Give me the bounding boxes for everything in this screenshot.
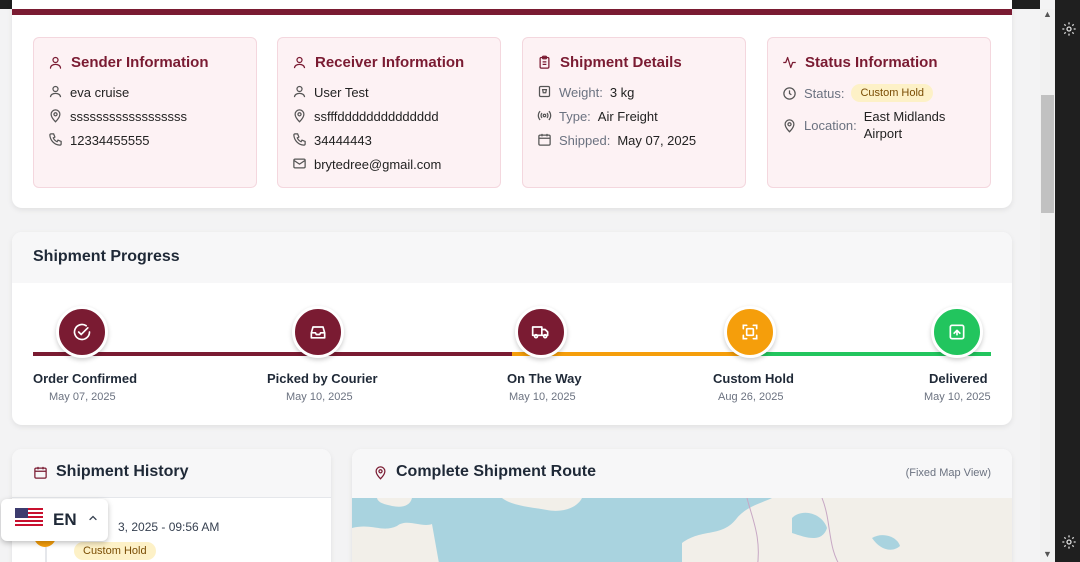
receiver-address-row: ssfffdddddddddddddd [292,108,439,125]
language-switcher[interactable]: EN [1,499,108,541]
sender-phone: 12334455555 [70,133,150,148]
truck-icon [515,306,567,358]
history-status-badge: Custom Hold [74,542,156,560]
calendar-icon [33,465,48,480]
activity-icon [782,55,797,70]
scale-icon [537,84,552,99]
sender-address: ssssssssssssssssss [70,109,187,124]
phone-icon [48,132,63,147]
map-pin-icon [782,118,797,133]
receiver-phone: 34444443 [314,133,372,148]
chevron-up-icon [87,511,99,529]
receiver-email[interactable]: brytedree@gmail.com [314,156,441,173]
inbox-icon [292,306,344,358]
route-note: (Fixed Map View) [905,467,991,479]
user-icon [292,55,307,70]
route-title: Complete Shipment Route [373,463,596,481]
calendar-icon [537,132,552,147]
user-icon [48,84,63,99]
shipment-info-card: Sender Information eva cruise ssssssssss… [12,0,1012,208]
shipment-route-card: Complete Shipment Route (Fixed Map View) [352,449,1012,562]
receiver-info-panel: Receiver Information User Test ssfffdddd… [277,37,501,188]
map-pin-icon [48,108,63,123]
scroll-down-arrow[interactable]: ▼ [1043,549,1052,559]
mail-icon [292,156,307,171]
receiver-name: User Test [314,85,369,100]
type-value: Air Freight [597,109,658,124]
receiver-email-row: brytedree@gmail.com [292,156,441,173]
scrollbar-thumb[interactable] [1041,95,1054,213]
status-info-heading: Status Information [782,54,938,71]
receiver-phone-row: 34444443 [292,132,372,149]
language-code: EN [53,510,77,529]
user-icon [292,84,307,99]
location-value: East Midlands Airport [863,109,946,141]
route-map[interactable] [352,498,1012,562]
sender-info-heading: Sender Information [48,54,209,71]
weight-value: 3 kg [609,85,635,100]
history-line [45,547,47,562]
gear-icon[interactable] [1061,534,1077,550]
status-info-panel: Status Information Status: Custom Hold L… [767,37,991,188]
shipment-details-heading: Shipment Details [537,54,682,71]
receiver-address: ssfffdddddddddddddd [314,109,439,124]
scan-icon [724,306,776,358]
weight-row: Weight: 3 kg [537,84,634,101]
user-icon [48,55,63,70]
history-time: 3, 2025 - 09:56 AM [118,520,220,534]
status-row: Status: Custom Hold [782,84,934,102]
history-title: Shipment History [33,463,188,481]
receiver-info-heading: Receiver Information [292,54,464,71]
shipped-row: Shipped: May 07, 2025 [537,132,696,149]
sender-name: eva cruise [70,85,130,100]
phone-icon [292,132,307,147]
map-pin-icon [292,108,307,123]
clipboard-icon [537,55,552,70]
sender-name-row: eva cruise [48,84,129,101]
us-flag-icon [15,507,43,533]
brand-band [12,9,1012,15]
sender-phone-row: 12334455555 [48,132,150,149]
package-icon [931,306,983,358]
map-land [352,498,1012,562]
browser-side-panel [1055,0,1080,562]
sender-address-row: ssssssssssssssssss [48,108,187,125]
status-badge: Custom Hold [851,84,934,102]
shipment-details-panel: Shipment Details Weight: 3 kg Type: Air … [522,37,746,188]
page-scrollbar[interactable]: ▲ ▼ [1040,9,1055,562]
map-pin-icon [373,465,388,480]
shipment-progress-card: Shipment Progress Order Confirmed May 07… [12,232,1012,425]
clock-icon [782,86,797,101]
location-row: Location: East Midlands Airport [782,108,964,142]
shipped-value: May 07, 2025 [617,133,697,148]
broadcast-icon [537,108,552,123]
type-row: Type: Air Freight [537,108,658,125]
receiver-name-row: User Test [292,84,369,101]
sender-info-panel: Sender Information eva cruise ssssssssss… [33,37,257,188]
progress-track-completed [33,352,512,356]
progress-title: Shipment Progress [33,248,180,265]
gear-icon[interactable] [1061,21,1077,37]
check-circle-icon [56,306,108,358]
scroll-up-arrow[interactable]: ▲ [1043,9,1052,19]
